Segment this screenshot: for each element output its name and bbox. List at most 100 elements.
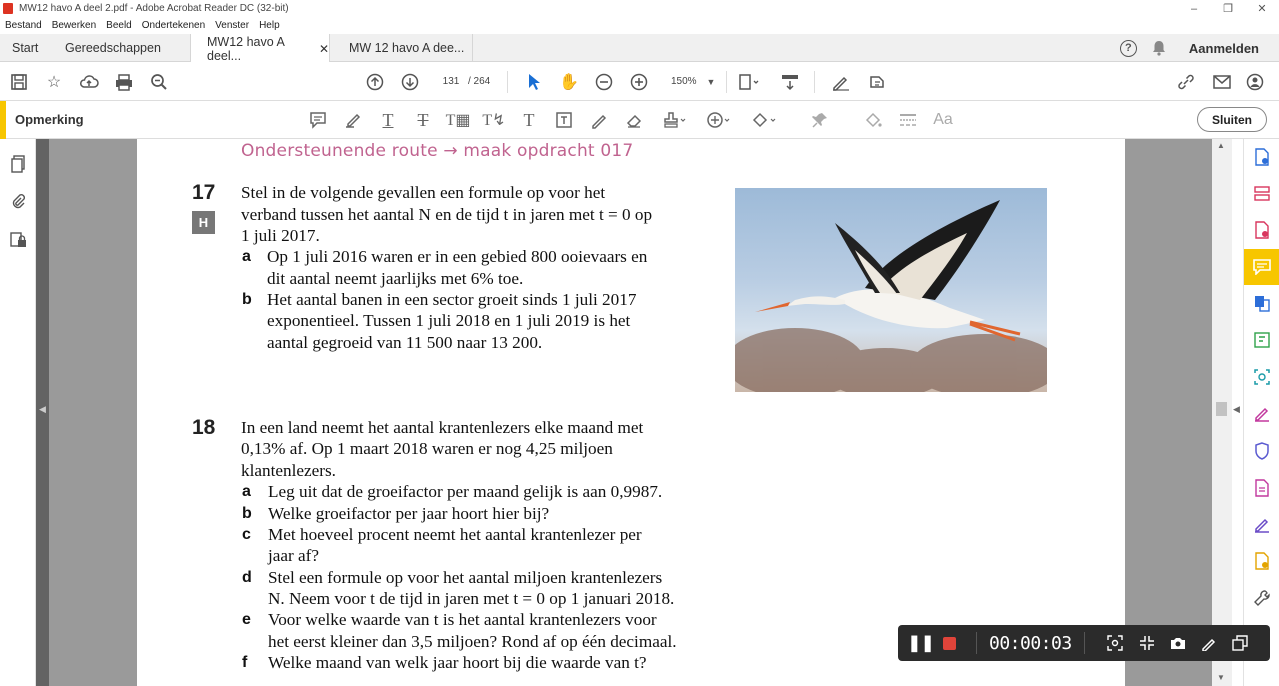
eraser-icon[interactable] bbox=[623, 109, 645, 131]
main-toolbar: ☆ 131 / 264 ✋ 150% ▼ bbox=[0, 62, 1279, 101]
tab-tools[interactable]: Gereedschappen bbox=[65, 34, 161, 62]
next-page-icon[interactable] bbox=[399, 71, 421, 93]
question-18e-label: e bbox=[242, 611, 251, 628]
menu-bestand[interactable]: Bestand bbox=[5, 20, 42, 31]
attach-file-icon[interactable] bbox=[705, 109, 733, 131]
annotate-pen-icon[interactable] bbox=[1199, 635, 1219, 651]
sign-pen-icon[interactable] bbox=[830, 71, 852, 93]
comment-toolbar: Opmerking T T T▦ T↯ T Aa Sluiten bbox=[0, 101, 1279, 139]
page-margin-left bbox=[49, 139, 137, 686]
tab-start[interactable]: Start bbox=[12, 34, 38, 62]
prepare-form-icon[interactable] bbox=[1251, 477, 1273, 499]
prev-page-icon[interactable] bbox=[364, 71, 386, 93]
scroll-up-icon[interactable]: ▲ bbox=[1217, 141, 1225, 150]
minimize-recorder-icon[interactable] bbox=[1230, 635, 1250, 651]
question-18d-label: d bbox=[242, 569, 252, 586]
vertical-scrollbar[interactable]: ▲ ▼ bbox=[1212, 139, 1232, 686]
menu-ondertekenen[interactable]: Ondertekenen bbox=[142, 20, 205, 31]
pause-icon[interactable]: ❚❚ bbox=[908, 633, 935, 653]
font-size-icon[interactable]: Aa bbox=[932, 109, 954, 131]
question-18d-line: Stel een formule op voor het aantal milj… bbox=[268, 568, 663, 587]
tab-document-2[interactable]: MW 12 havo A dee... bbox=[331, 34, 473, 62]
star-icon[interactable]: ☆ bbox=[43, 71, 65, 93]
text-box-icon[interactable] bbox=[553, 109, 575, 131]
protect-shield-icon[interactable] bbox=[1251, 440, 1273, 462]
signin-link[interactable]: Aanmelden bbox=[1189, 41, 1259, 56]
recorder-divider bbox=[1083, 632, 1085, 654]
zoom-in-icon[interactable] bbox=[628, 71, 650, 93]
stamp-icon[interactable] bbox=[661, 109, 689, 131]
send-for-review-icon[interactable] bbox=[1251, 550, 1273, 572]
zoom-out-icon[interactable] bbox=[593, 71, 615, 93]
minimize-icon[interactable]: – bbox=[1177, 0, 1211, 17]
scan-ocr-icon[interactable] bbox=[1251, 366, 1273, 388]
highlight-icon[interactable] bbox=[342, 109, 364, 131]
title-bar: MW12 havo A deel 2.pdf - Adobe Acrobat R… bbox=[0, 0, 1279, 17]
hand-tool-icon[interactable]: ✋ bbox=[558, 71, 580, 93]
acrobat-app-icon bbox=[3, 3, 13, 14]
shrink-icon[interactable] bbox=[1137, 635, 1157, 651]
scroll-down-icon[interactable]: ▼ bbox=[1217, 673, 1225, 682]
page-number-input[interactable]: 131 bbox=[436, 74, 466, 90]
screenshot-camera-icon[interactable] bbox=[1168, 636, 1188, 650]
menu-help[interactable]: Help bbox=[259, 20, 280, 31]
cloud-upload-icon[interactable] bbox=[78, 71, 100, 93]
zoom-dropdown-chevron-icon[interactable]: ▼ bbox=[700, 71, 722, 93]
menu-beeld[interactable]: Beeld bbox=[106, 20, 132, 31]
fill-sign-icon[interactable] bbox=[1251, 403, 1273, 425]
more-tools-wrench-icon[interactable] bbox=[1251, 587, 1273, 609]
email-icon[interactable] bbox=[1211, 71, 1233, 93]
comment-tool-icon[interactable] bbox=[1244, 249, 1279, 285]
question-18-number: 18 bbox=[192, 416, 216, 439]
tab-document-active[interactable]: MW12 havo A deel... ✕ bbox=[190, 34, 330, 63]
menu-bewerken[interactable]: Bewerken bbox=[52, 20, 96, 31]
create-pdf-icon[interactable] bbox=[1251, 146, 1273, 168]
question-17b-line: aantal gegroeid van 11 500 naar 13 200. bbox=[267, 333, 543, 352]
save-icon[interactable] bbox=[8, 71, 30, 93]
question-h-badge: H bbox=[192, 211, 215, 234]
insert-text-icon[interactable]: T↯ bbox=[482, 109, 505, 131]
page-fit-icon[interactable] bbox=[738, 71, 760, 93]
focus-camera-icon[interactable] bbox=[1105, 635, 1125, 651]
export-pdf-icon[interactable] bbox=[1251, 219, 1273, 241]
read-aloud-icon[interactable] bbox=[866, 71, 888, 93]
zoom-level[interactable]: 150% bbox=[671, 74, 697, 90]
help-icon[interactable]: ? bbox=[1119, 39, 1137, 57]
collapse-right-panel-icon[interactable]: ◀ bbox=[1233, 404, 1240, 415]
document-lock-icon[interactable] bbox=[7, 229, 29, 251]
organize-pages-icon[interactable] bbox=[1251, 183, 1273, 205]
combine-files-icon[interactable] bbox=[1251, 292, 1273, 314]
bell-icon[interactable] bbox=[1151, 40, 1167, 56]
collapse-left-panel-icon[interactable]: ◀ bbox=[39, 404, 46, 415]
add-text-icon[interactable]: T bbox=[518, 109, 540, 131]
attachments-paperclip-icon[interactable] bbox=[7, 190, 29, 212]
shapes-icon[interactable] bbox=[751, 109, 779, 131]
edit-pdf-icon[interactable] bbox=[1251, 329, 1273, 351]
underline-text-icon[interactable]: T bbox=[377, 109, 399, 131]
menu-venster[interactable]: Venster bbox=[215, 20, 249, 31]
close-comment-button[interactable]: Sluiten bbox=[1197, 107, 1267, 132]
request-signature-icon[interactable] bbox=[1251, 514, 1273, 536]
question-18e-line: Voor welke waarde van t is het aantal kr… bbox=[268, 610, 657, 629]
select-cursor-icon[interactable] bbox=[523, 71, 545, 93]
scrollbar-thumb[interactable] bbox=[1216, 402, 1227, 416]
tab-close-icon[interactable]: ✕ bbox=[319, 42, 329, 56]
pin-icon[interactable] bbox=[809, 109, 831, 131]
zoom-search-icon[interactable] bbox=[148, 71, 170, 93]
restore-icon[interactable]: ❐ bbox=[1211, 0, 1245, 17]
stop-record-icon[interactable] bbox=[943, 636, 956, 650]
fill-color-icon[interactable] bbox=[862, 109, 884, 131]
add-user-icon[interactable] bbox=[1245, 71, 1267, 93]
print-icon[interactable] bbox=[113, 71, 135, 93]
close-icon[interactable]: ✕ bbox=[1245, 0, 1279, 17]
pencil-draw-icon[interactable] bbox=[588, 109, 610, 131]
strikethrough-text-icon[interactable]: T bbox=[412, 109, 434, 131]
page-thumbnails-icon[interactable] bbox=[7, 153, 29, 175]
scroll-mode-icon[interactable] bbox=[779, 71, 801, 93]
share-link-icon[interactable] bbox=[1175, 71, 1197, 93]
line-style-icon[interactable] bbox=[897, 109, 919, 131]
question-17a-line: dit aantal neemt jaarlijks met 6% toe. bbox=[267, 269, 524, 288]
question-18c-line: Met hoeveel procent neemt het aantal kra… bbox=[268, 525, 642, 544]
sticky-note-icon[interactable] bbox=[307, 109, 329, 131]
replace-text-icon[interactable]: T▦ bbox=[446, 109, 471, 131]
